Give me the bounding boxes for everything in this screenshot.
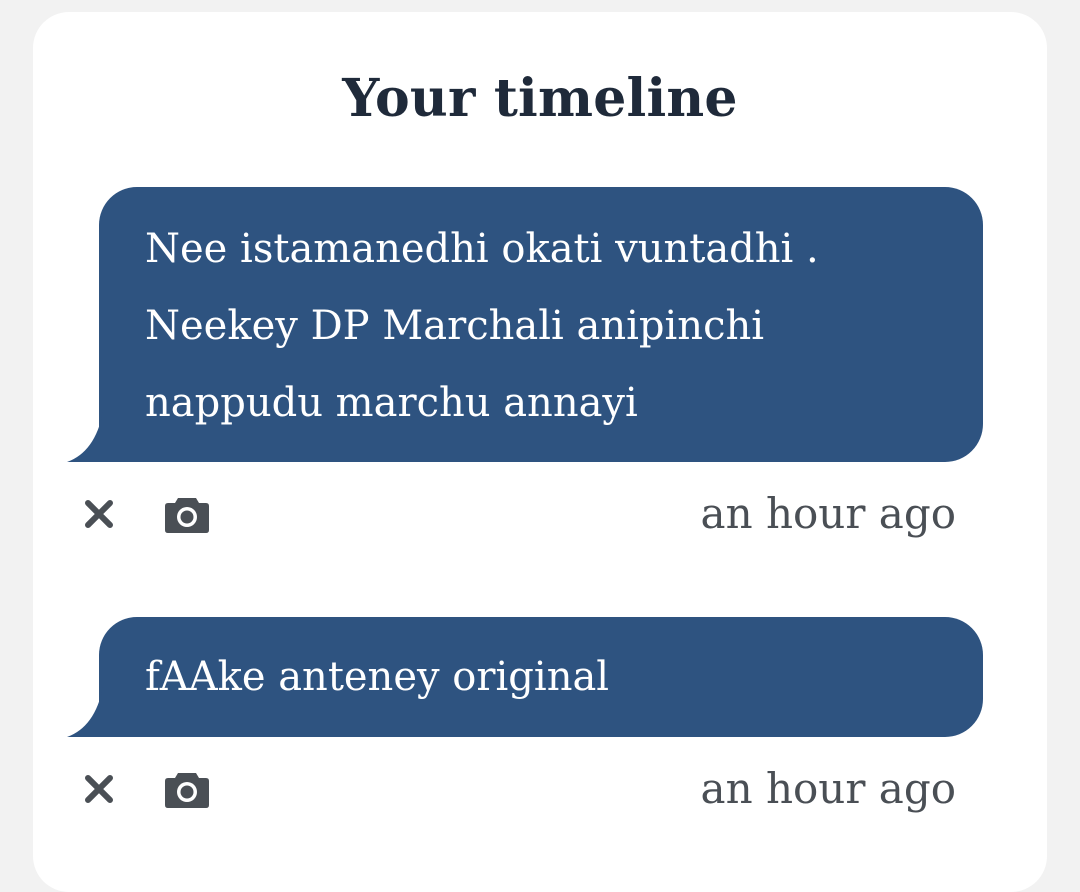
delete-button[interactable]: [75, 765, 123, 813]
message-meta: an hour ago: [33, 759, 1047, 819]
message-meta: an hour ago: [33, 484, 1047, 544]
camera-button[interactable]: [163, 765, 211, 813]
close-icon: [85, 500, 113, 528]
close-icon: [85, 775, 113, 803]
message-text: fAAke anteney original: [145, 654, 610, 700]
page-title: Your timeline: [342, 68, 738, 129]
delete-button[interactable]: [75, 490, 123, 538]
bubble-tail: [67, 687, 103, 737]
message-bubble[interactable]: fAAke anteney original: [67, 617, 983, 737]
camera-icon: [165, 773, 209, 808]
camera-button[interactable]: [163, 490, 211, 538]
bubble-tail: [67, 412, 103, 462]
timestamp: an hour ago: [700, 764, 956, 813]
message-bubble[interactable]: Nee istamanedhi okati vuntadhi . Neekey …: [67, 187, 983, 462]
message-text: Nee istamanedhi okati vuntadhi . Neekey …: [145, 226, 819, 426]
camera-icon: [165, 498, 209, 533]
timestamp: an hour ago: [700, 489, 956, 538]
